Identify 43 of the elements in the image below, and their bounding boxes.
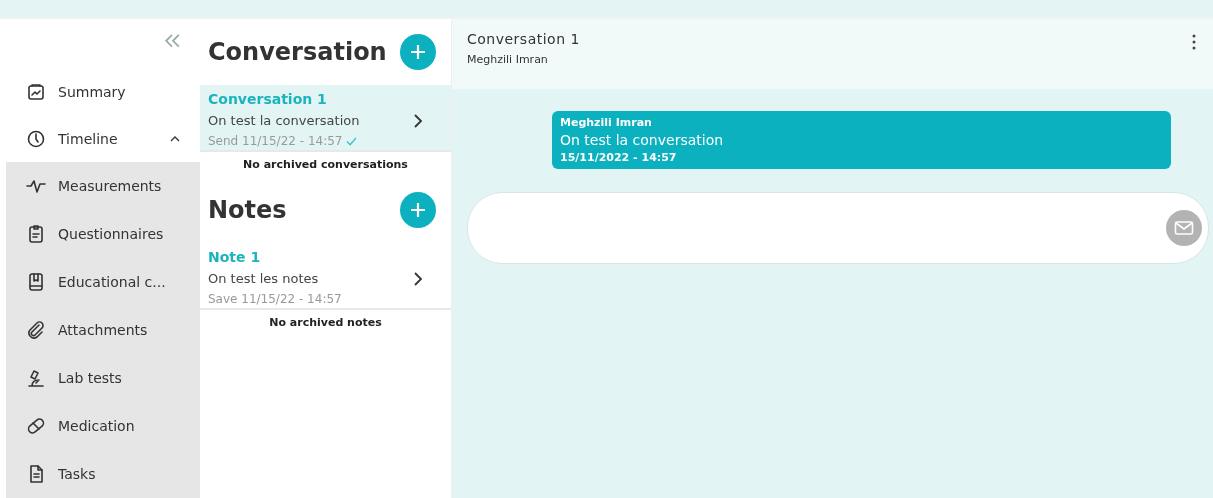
more-icon[interactable] xyxy=(1191,34,1197,50)
chevron-up-icon[interactable] xyxy=(170,135,180,142)
chevron-right-icon[interactable] xyxy=(413,271,423,286)
message-time: 15/11/2022 - 14:57 xyxy=(560,151,678,164)
nav-item[interactable]: Medication xyxy=(6,402,200,450)
message-text: On test la conversation xyxy=(560,132,725,148)
collapse-icon[interactable] xyxy=(162,33,182,49)
nav-item[interactable]: Tasks xyxy=(6,450,200,498)
nav-item[interactable]: Summary xyxy=(6,68,200,116)
pill-icon xyxy=(26,416,46,436)
item-preview: On test les notes xyxy=(208,271,320,286)
chat-title: Conversation 1 xyxy=(467,31,581,47)
list-item[interactable]: Conversation 1 On test la conversation Send 11/15/22 - 14:57 xyxy=(200,85,451,152)
section-title: Conversation xyxy=(208,38,387,66)
nav-item[interactable]: Attachments xyxy=(6,306,200,354)
nav-item[interactable]: Measurements xyxy=(6,162,200,210)
nav-item[interactable]: Educational c... xyxy=(6,258,200,306)
section-title: Notes xyxy=(208,196,287,224)
send-button[interactable] xyxy=(1166,210,1202,246)
nav-item[interactable]: Questionnaires xyxy=(6,210,200,258)
plus-icon xyxy=(409,43,427,61)
nav-item[interactable]: Timeline xyxy=(6,115,200,162)
book-icon xyxy=(26,272,46,292)
empty-archive-text: No archived conversations xyxy=(242,157,409,173)
nav-item[interactable]: Lab tests xyxy=(6,354,200,402)
item-preview: On test la conversation xyxy=(208,113,361,128)
clock-icon xyxy=(26,128,46,149)
plus-icon xyxy=(409,201,427,219)
clipboard-icon xyxy=(26,224,46,244)
chevron-right-icon[interactable] xyxy=(413,113,423,128)
timestamp: Save 11/15/22 - 14:57 xyxy=(208,292,342,306)
chart-icon xyxy=(26,81,46,102)
add-button[interactable] xyxy=(400,34,436,70)
envelope-icon xyxy=(1174,220,1194,236)
item-title: Note 1 xyxy=(208,249,262,265)
add-button[interactable] xyxy=(400,192,436,228)
timestamp: Send 11/15/22 - 14:57 xyxy=(208,134,343,148)
paperclip-icon xyxy=(26,320,46,340)
message-author: Meghzili Imran xyxy=(560,116,653,129)
microscope-icon xyxy=(26,368,46,388)
chat-subtitle: Meghzili Imran xyxy=(467,53,549,66)
empty-archive-text: No archived notes xyxy=(268,315,383,331)
item-title: Conversation 1 xyxy=(208,91,328,107)
